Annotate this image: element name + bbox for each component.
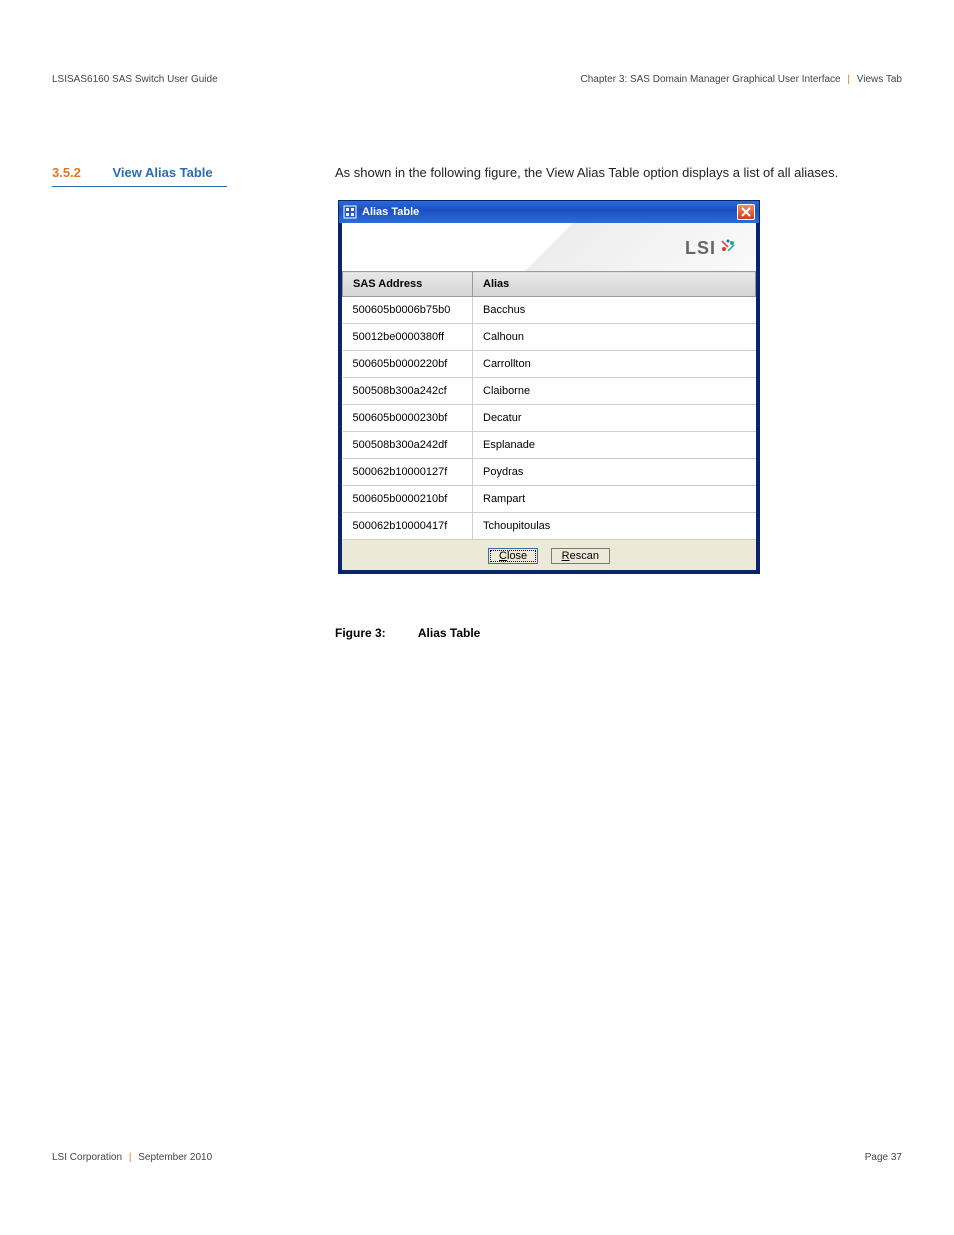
cell-alias: Rampart [473, 486, 756, 513]
page-number: Page 37 [865, 1152, 902, 1163]
cell-alias: Bacchus [473, 297, 756, 324]
cell-address: 500508b300a242df [343, 432, 473, 459]
section-underline [52, 186, 227, 187]
doc-title: LSISAS6160 SAS Switch User Guide [52, 74, 218, 85]
table-row[interactable]: 500062b10000417fTchoupitoulas [343, 513, 756, 540]
page-footer: LSI Corporation | September 2010 Page 37 [52, 1152, 902, 1163]
tab-text: Views Tab [857, 74, 902, 85]
table-row[interactable]: 500508b300a242cfClaiborne [343, 378, 756, 405]
footer-left: LSI Corporation | September 2010 [52, 1152, 212, 1163]
alias-table-window: Alias Table LSI SAS Address [338, 200, 760, 574]
cell-alias: Claiborne [473, 378, 756, 405]
cell-address: 50012be0000380ff [343, 324, 473, 351]
table-row[interactable]: 500605b0000220bfCarrollton [343, 351, 756, 378]
alias-table-container: SAS Address Alias 500605b0006b75b0Bacchu… [339, 271, 759, 540]
cell-address: 500062b10000127f [343, 459, 473, 486]
figure-title: Alias Table [418, 626, 480, 640]
table-header-row: SAS Address Alias [343, 272, 756, 297]
breadcrumb: Chapter 3: SAS Domain Manager Graphical … [580, 74, 902, 85]
cell-alias: Carrollton [473, 351, 756, 378]
cell-alias: Tchoupitoulas [473, 513, 756, 540]
cell-alias: Calhoun [473, 324, 756, 351]
brand-banner: LSI [339, 223, 759, 271]
alias-table: SAS Address Alias 500605b0006b75b0Bacchu… [342, 271, 756, 540]
close-button[interactable]: Close [488, 548, 538, 564]
figure-caption: Figure 3: Alias Table [335, 626, 480, 640]
cell-address: 500605b0000220bf [343, 351, 473, 378]
table-row[interactable]: 500062b10000127fPoydras [343, 459, 756, 486]
page-header: LSISAS6160 SAS Switch User Guide Chapter… [52, 74, 902, 85]
cell-address: 500062b10000417f [343, 513, 473, 540]
chapter-text: Chapter 3: SAS Domain Manager Graphical … [580, 74, 840, 85]
window-title: Alias Table [362, 206, 419, 218]
table-row[interactable]: 50012be0000380ffCalhoun [343, 324, 756, 351]
cell-alias: Poydras [473, 459, 756, 486]
col-sas-address[interactable]: SAS Address [343, 272, 473, 297]
section-title: View Alias Table [112, 165, 212, 180]
cell-alias: Esplanade [473, 432, 756, 459]
cell-alias: Decatur [473, 405, 756, 432]
table-row[interactable]: 500605b0000230bfDecatur [343, 405, 756, 432]
lsi-logo: LSI [685, 237, 738, 260]
dialog-button-bar: Close Rescan [339, 540, 759, 573]
logo-mark-icon [718, 237, 738, 260]
table-row[interactable]: 500605b0000210bfRampart [343, 486, 756, 513]
footer-company: LSI Corporation [52, 1152, 122, 1163]
table-row[interactable]: 500605b0006b75b0Bacchus [343, 297, 756, 324]
close-button-rest: lose [507, 550, 527, 562]
section-number: 3.5.2 [52, 165, 108, 180]
cell-address: 500605b0000230bf [343, 405, 473, 432]
rescan-button[interactable]: Rescan [551, 548, 610, 564]
section-body: As shown in the following figure, the Vi… [335, 165, 902, 180]
window-titlebar: Alias Table [339, 201, 759, 223]
close-icon[interactable] [737, 204, 755, 220]
rescan-button-rest: escan [570, 550, 599, 562]
table-row[interactable]: 500508b300a242dfEsplanade [343, 432, 756, 459]
cell-address: 500508b300a242cf [343, 378, 473, 405]
window-app-icon [343, 205, 357, 219]
logo-text: LSI [685, 238, 716, 259]
cell-address: 500605b0006b75b0 [343, 297, 473, 324]
separator: | [129, 1152, 132, 1163]
separator: | [847, 74, 850, 85]
footer-date: September 2010 [138, 1152, 212, 1163]
cell-address: 500605b0000210bf [343, 486, 473, 513]
col-alias[interactable]: Alias [473, 272, 756, 297]
figure-number: Figure 3: [335, 626, 415, 640]
